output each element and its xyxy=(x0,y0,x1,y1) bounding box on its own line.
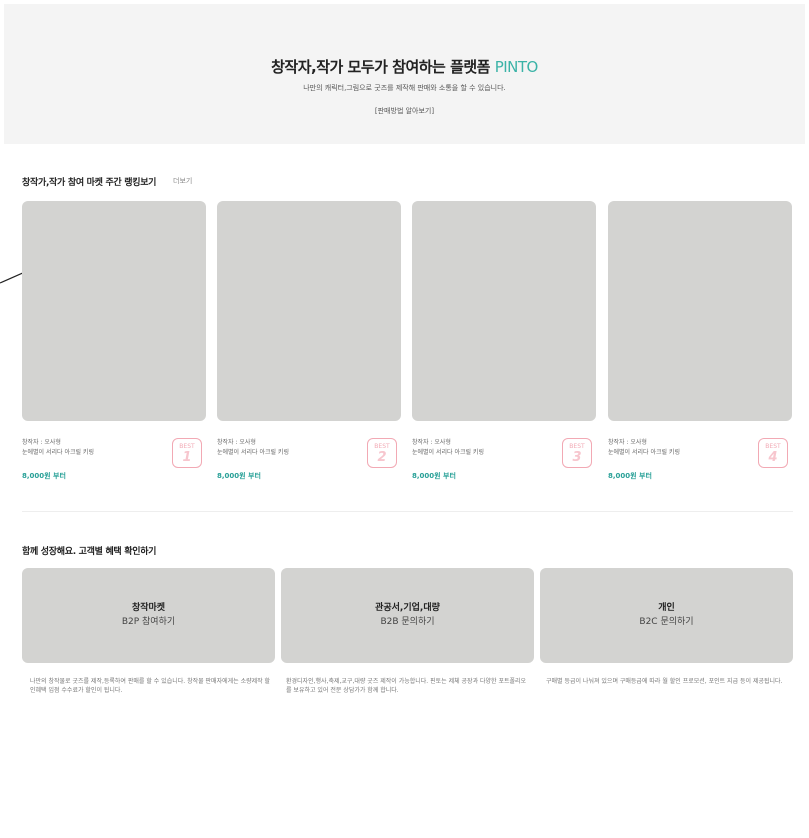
best-badge-rank: 3 xyxy=(572,450,582,465)
service-title: 개인 xyxy=(658,603,675,613)
hero-title-text: 창작자,작가 모두가 참여하는 플랫폼 xyxy=(271,58,495,76)
benefits-heading: 함께 성장해요. 고객별 혜택 확인하기 xyxy=(22,544,156,557)
product-card[interactable]: 창작자 : 오사형 눈에별이 서리다 아크릴 키링 8,000원 부터 BEST… xyxy=(22,201,206,480)
product-author: 창작자 : 오사형 xyxy=(22,439,61,446)
brand-name: PINTO xyxy=(494,58,539,76)
service-description: 나만의 창작물로 굿즈를 제작,등록하여 판매를 할 수 있습니다. 창작물 판… xyxy=(30,678,271,694)
best-badge-rank: 4 xyxy=(768,450,778,465)
product-name[interactable]: 눈에별이 서리다 아크릴 키링 xyxy=(412,447,484,456)
hero-subtitle: 나만의 캐릭터,그림으로 굿즈를 제작해 판매와 소통을 할 수 있습니다. xyxy=(303,84,506,92)
product-card[interactable]: 창작자 : 오사형 눈에별이 서리다 아크릴 키링 8,000원 부터 BEST… xyxy=(412,201,596,480)
product-author: 창작자 : 오사형 xyxy=(217,439,256,446)
best-badge: BEST 4 xyxy=(758,438,788,468)
service-card-b2b[interactable]: 관공서,기업,대량 B2B 문의하기 xyxy=(281,568,534,663)
best-badge-rank: 1 xyxy=(182,450,192,465)
sales-guide-link[interactable]: [판매방법 알아보기] xyxy=(4,106,805,116)
product-image-placeholder[interactable] xyxy=(608,201,792,421)
product-price: 8,000원 부터 xyxy=(412,472,456,480)
service-action[interactable]: B2P 참여하기 xyxy=(22,614,275,627)
hero-title: 창작자,작가 모두가 참여하는 플랫폼 PINTO xyxy=(4,56,805,77)
ranking-more-link[interactable]: 더보기 xyxy=(173,176,192,186)
hero-banner: 창작자,작가 모두가 참여하는 플랫폼 PINTO 나만의 캐릭터,그림으로 굿… xyxy=(4,4,805,144)
product-author: 창작자 : 오사형 xyxy=(608,439,647,446)
product-price: 8,000원 부터 xyxy=(608,472,652,480)
service-action[interactable]: B2B 문의하기 xyxy=(281,614,534,627)
best-badge: BEST 3 xyxy=(562,438,592,468)
ranking-heading: 창작가,작가 참여 마켓 주간 랭킹보기 xyxy=(22,178,157,188)
product-image-placeholder[interactable] xyxy=(22,201,206,421)
product-card[interactable]: 창작자 : 오사형 눈에별이 서리다 아크릴 키링 8,000원 부터 BEST… xyxy=(608,201,792,480)
service-title: 관공서,기업,대량 xyxy=(375,603,440,613)
service-title: 창작마켓 xyxy=(131,603,166,613)
product-name[interactable]: 눈에별이 서리다 아크릴 키링 xyxy=(217,447,289,456)
service-card-b2c[interactable]: 개인 B2C 문의하기 xyxy=(540,568,793,663)
product-author: 창작자 : 오사형 xyxy=(412,439,451,446)
service-description: 환경디자인,행사,축제,교구,대량 굿즈 제작이 가능합니다. 핀토는 제체 공… xyxy=(286,678,527,694)
product-name[interactable]: 눈에별이 서리다 아크릴 키링 xyxy=(22,447,94,456)
service-description: 구매별 등급이 나눠져 있으며 구매등급에 따라 월 할인 프로모션, 포인트 … xyxy=(546,678,783,685)
product-price: 8,000원 부터 xyxy=(217,472,261,480)
product-price: 8,000원 부터 xyxy=(22,472,66,480)
best-badge-rank: 2 xyxy=(377,450,387,465)
service-card-b2p[interactable]: 창작마켓 B2P 참여하기 xyxy=(22,568,275,663)
benefits-heading-rest: 고객별 혜택 확인하기 xyxy=(75,547,157,557)
product-card[interactable]: 창작자 : 오사형 눈에별이 서리다 아크릴 키링 8,000원 부터 BEST… xyxy=(217,201,401,480)
product-image-placeholder[interactable] xyxy=(412,201,596,421)
product-image-placeholder[interactable] xyxy=(217,201,401,421)
best-badge: BEST 1 xyxy=(172,438,202,468)
best-badge: BEST 2 xyxy=(367,438,397,468)
section-divider xyxy=(22,511,793,512)
product-name[interactable]: 눈에별이 서리다 아크릴 키링 xyxy=(608,447,680,456)
benefits-heading-bold: 함께 성장해요. xyxy=(22,547,76,557)
service-action[interactable]: B2C 문의하기 xyxy=(540,614,793,627)
